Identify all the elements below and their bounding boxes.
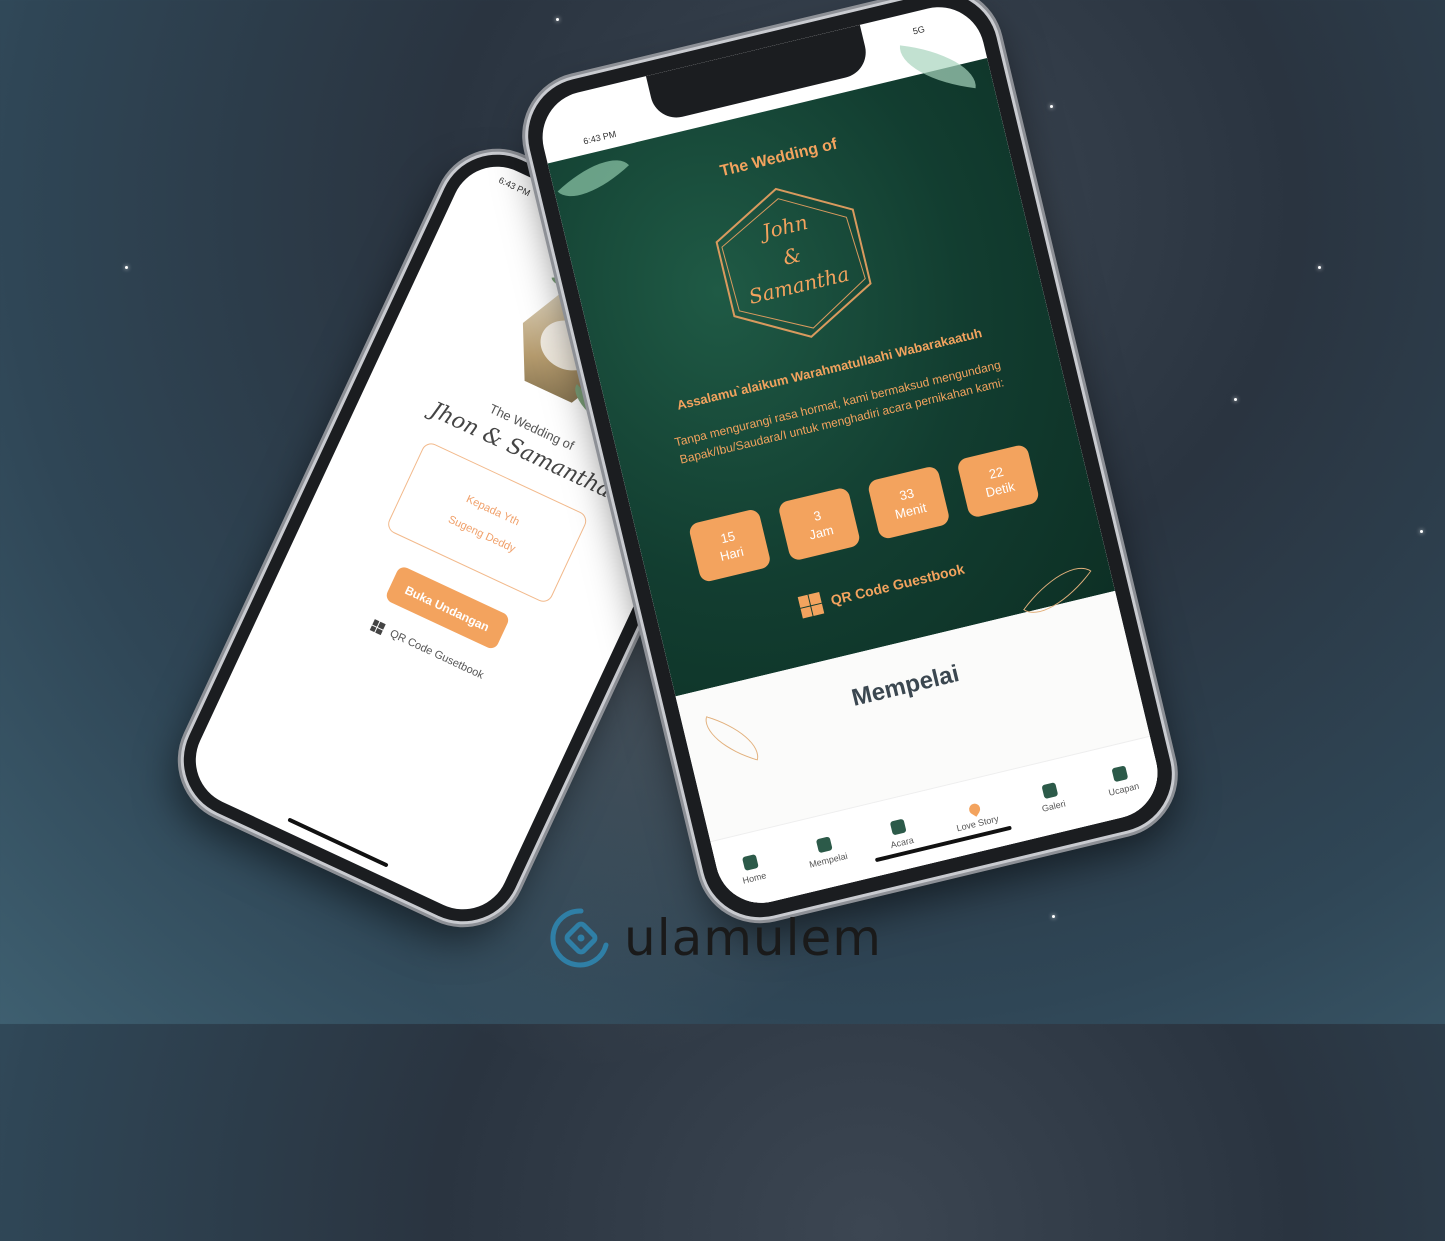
nav-acara[interactable]: Acara [885, 817, 915, 851]
nav-ucapan[interactable]: Ucapan [1103, 763, 1141, 798]
heart-icon [966, 801, 982, 817]
gallery-icon [1041, 782, 1059, 800]
home-icon [742, 854, 760, 871]
qr-code-icon [797, 592, 824, 619]
nav-mempelai[interactable]: Mempelai [804, 833, 849, 870]
status-time: 6:43 PM [497, 175, 532, 199]
star [1052, 915, 1055, 918]
countdown-seconds: 22 Detik [956, 443, 1041, 519]
envelope-icon [1111, 765, 1129, 783]
qr-code-icon [369, 619, 386, 636]
star [1234, 398, 1237, 401]
leaf-decoration [896, 45, 980, 89]
logo-mark-icon [550, 908, 609, 968]
star [1050, 105, 1053, 108]
nav-label: Acara [889, 834, 915, 851]
countdown-minutes: 33 Menit [866, 465, 951, 541]
star [125, 266, 128, 269]
nav-galeri[interactable]: Galeri [1037, 781, 1067, 814]
calendar-icon [889, 818, 907, 836]
nav-home[interactable]: Home [737, 853, 767, 886]
nav-label: Home [741, 870, 768, 886]
countdown-unit: Menit [893, 499, 928, 522]
qr-guestbook-label: QR Code Guestbook [829, 560, 966, 609]
star [556, 18, 559, 21]
brand-logo: ulamulem [548, 900, 928, 976]
star [1318, 266, 1321, 269]
brand-name: ulamulem [624, 909, 882, 967]
status-time: 6:43 PM [582, 128, 618, 147]
countdown-hours: 3 Jam [777, 486, 862, 562]
star [1420, 530, 1423, 533]
countdown-value: 3 [812, 507, 823, 524]
countdown-unit: Detik [984, 478, 1017, 501]
couple-icon [816, 836, 834, 854]
nav-label: Galeri [1040, 798, 1067, 814]
status-network: 5G [911, 23, 926, 37]
nav-label: Mempelai [808, 850, 849, 870]
nav-label: Ucapan [1107, 780, 1141, 798]
countdown-days: 15 Hari [687, 507, 772, 584]
countdown-unit: Jam [807, 522, 835, 543]
nav-love-story[interactable]: Love Story [952, 798, 1000, 833]
